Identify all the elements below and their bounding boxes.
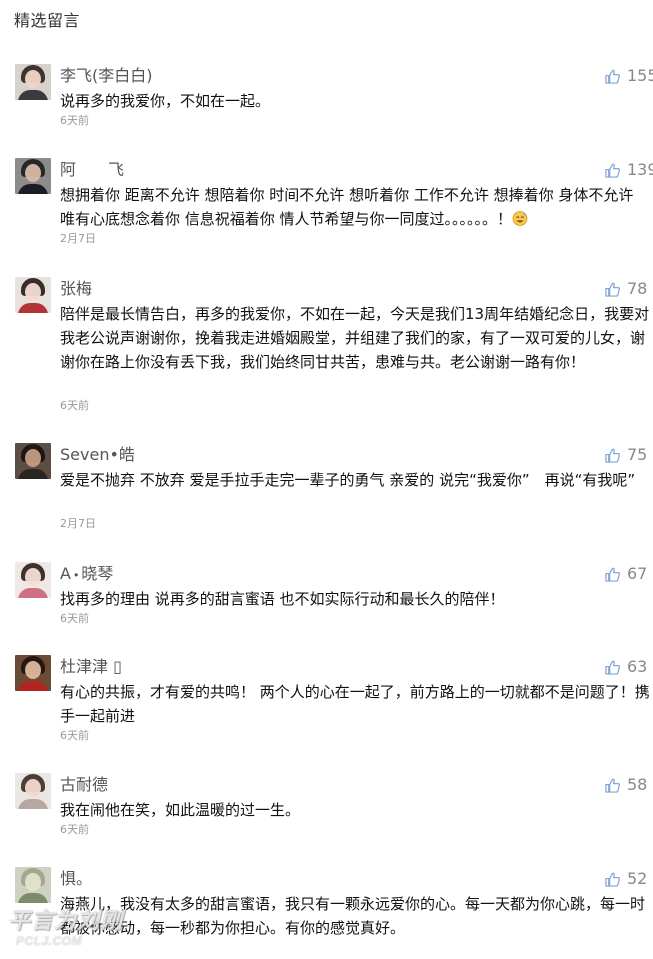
like-count: 58 xyxy=(627,775,648,794)
comment-time: 6天前 xyxy=(60,823,89,836)
avatar[interactable] xyxy=(15,655,51,691)
commenter-name[interactable]: 李飞(李白白) xyxy=(60,66,153,86)
avatar-shoulders xyxy=(18,893,48,903)
like-button[interactable]: 52 xyxy=(605,869,647,889)
avatar-face xyxy=(25,449,41,467)
avatar-shoulders xyxy=(18,184,48,194)
like-count: 139 xyxy=(627,160,653,179)
avatar-shoulders xyxy=(18,90,48,100)
comment-text: 说再多的我爱你，不如在一起。 xyxy=(60,92,271,110)
thumbs-up-icon xyxy=(605,69,620,84)
comment-item: 阿 飞 想拥着你 距离不允许 想陪着你 时间不允许 想听着你 工作不允许 想捧着… xyxy=(0,158,653,248)
featured-comments-page: 精选留言 李飞(李白白) 说再多的我爱你，不如在一起。 6天前 155 阿 飞 … xyxy=(0,0,653,959)
comment-item: 古耐德 我在闹他在笑，如此温暖的过一生。 6天前 58 xyxy=(0,773,653,863)
comment-item: 惧。 海燕儿，我没有太多的甜言蜜语，我只有一颗永远爱你的心。每一天都为你心跳，每… xyxy=(0,867,653,957)
section-title: 精选留言 xyxy=(14,11,81,30)
avatar[interactable] xyxy=(15,158,51,194)
comment-item: 杜津津 ▯ 有心的共振，才有爱的共鸣！ 两个人的心在一起了，前方路上的一切就都不… xyxy=(0,655,653,745)
like-count: 75 xyxy=(627,445,648,464)
thumbs-up-icon xyxy=(605,567,620,582)
like-count: 155 xyxy=(627,66,653,85)
like-button[interactable]: 78 xyxy=(605,279,647,299)
comment-time: 6天前 xyxy=(60,612,89,625)
comment-item: A᭼晓琴 找再多的理由 说再多的甜言蜜语 也不如实际行动和最长久的陪伴！ 6天前… xyxy=(0,562,653,652)
comment-time: 6天前 xyxy=(60,399,89,412)
comment-text-content: 想拥着你 距离不允许 想陪着你 时间不允许 想听着你 工作不允许 想捧着你 身体… xyxy=(60,186,639,228)
like-button[interactable]: 67 xyxy=(605,564,647,584)
comment-item: 李飞(李白白) 说再多的我爱你，不如在一起。 6天前 155 xyxy=(0,64,653,154)
commenter-name[interactable]: 古耐德 xyxy=(60,775,108,795)
like-button[interactable]: 139 xyxy=(605,160,653,180)
like-button[interactable]: 63 xyxy=(605,657,647,677)
comment-text: 海燕儿，我没有太多的甜言蜜语，我只有一颗永远爱你的心。每一天都为你心跳，每一时都… xyxy=(60,895,646,937)
like-button[interactable]: 155 xyxy=(605,66,653,86)
comment-text: 找再多的理由 说再多的甜言蜜语 也不如实际行动和最长久的陪伴！ xyxy=(60,590,505,608)
avatar[interactable] xyxy=(15,277,51,313)
comment-time: 6天前 xyxy=(60,729,89,742)
comment-item: 张梅 陪伴是最长情告白，再多的我爱你，不如在一起，今天是我们13周年结婚纪念日，… xyxy=(0,277,653,412)
comment-text: 我在闹他在笑，如此温暖的过一生。 xyxy=(60,801,301,819)
comment-time: 2月7日 xyxy=(60,517,96,530)
thumbs-up-icon xyxy=(605,660,620,675)
sweat-smile-emoji-icon xyxy=(512,211,528,226)
commenter-name[interactable]: 张梅 xyxy=(60,279,92,299)
like-button[interactable]: 75 xyxy=(605,445,647,465)
avatar[interactable] xyxy=(15,562,51,598)
like-count: 52 xyxy=(627,869,648,888)
comment-item: Seven•皓 爱是不抛弃 不放弃 爱是手拉手走完一辈子的勇气 亲爱的 说完“我… xyxy=(0,443,653,533)
avatar-face xyxy=(25,873,41,891)
thumbs-up-icon xyxy=(605,778,620,793)
like-count: 78 xyxy=(627,279,648,298)
like-count: 63 xyxy=(627,657,648,676)
avatar-shoulders xyxy=(18,588,48,598)
thumbs-up-icon xyxy=(605,163,620,178)
comment-text: 有心的共振，才有爱的共鸣！ 两个人的心在一起了，前方路上的一切就都不是问题了！携… xyxy=(60,683,650,725)
commenter-name[interactable]: 阿 飞 xyxy=(60,160,124,180)
thumbs-up-icon xyxy=(605,448,620,463)
like-count: 67 xyxy=(627,564,648,583)
thumbs-up-icon xyxy=(605,282,620,297)
avatar-face xyxy=(25,779,41,797)
commenter-name[interactable]: Seven•皓 xyxy=(60,445,135,465)
avatar-shoulders xyxy=(18,469,48,479)
avatar[interactable] xyxy=(15,443,51,479)
avatar[interactable] xyxy=(15,773,51,809)
avatar-face xyxy=(25,568,41,586)
comment-time: 6天前 xyxy=(60,114,89,127)
avatar[interactable] xyxy=(15,64,51,100)
comment-text: 爱是不抛弃 不放弃 爱是手拉手走完一辈子的勇气 亲爱的 说完“我爱你” 再说“有… xyxy=(60,471,636,489)
like-button[interactable]: 58 xyxy=(605,775,647,795)
commenter-name[interactable]: 惧。 xyxy=(60,869,92,889)
comment-text: 想拥着你 距离不允许 想陪着你 时间不允许 想听着你 工作不允许 想捧着你 身体… xyxy=(60,183,651,231)
avatar-face xyxy=(25,164,41,182)
thumbs-up-icon xyxy=(605,872,620,887)
avatar[interactable] xyxy=(15,867,51,903)
avatar-face xyxy=(25,70,41,88)
commenter-name[interactable]: A᭼晓琴 xyxy=(60,564,113,584)
avatar-face xyxy=(25,661,41,679)
avatar-shoulders xyxy=(18,303,48,313)
comment-time: 2月7日 xyxy=(60,232,96,245)
commenter-name[interactable]: 杜津津 ▯ xyxy=(60,657,122,677)
comment-text: 陪伴是最长情告白，再多的我爱你，不如在一起，今天是我们13周年结婚纪念日，我要对… xyxy=(60,305,650,371)
avatar-shoulders xyxy=(18,799,48,809)
avatar-face xyxy=(25,283,41,301)
avatar-shoulders xyxy=(18,681,48,691)
